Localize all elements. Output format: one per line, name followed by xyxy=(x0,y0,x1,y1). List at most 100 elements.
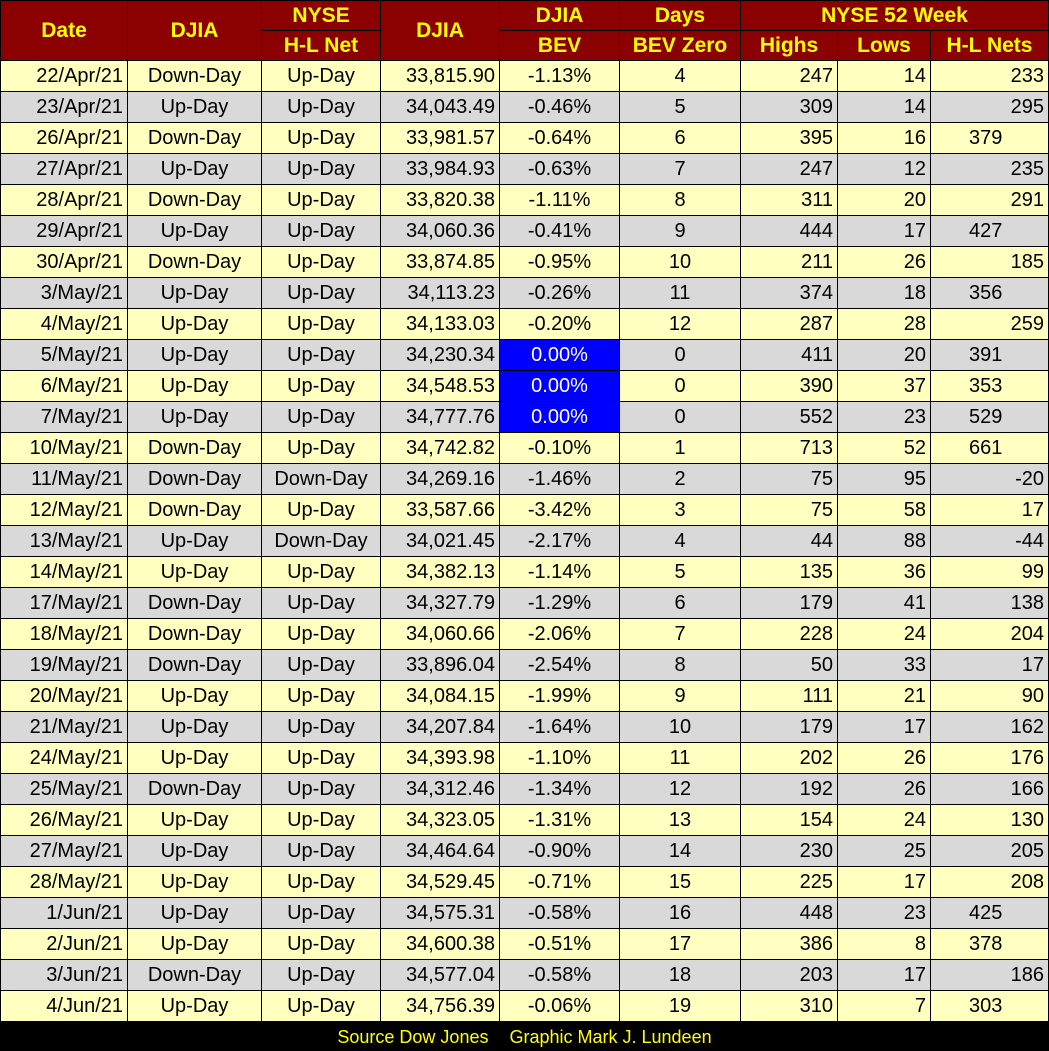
cell-bev: -1.13% xyxy=(499,60,620,92)
cell-days-bev-zero: 8 xyxy=(619,184,741,216)
table-row: 27/May/21 Up-Day Up-Day 34,464.64 -0.90% 14 23… xyxy=(0,835,1049,867)
cell-djia-close: 33,820.38 xyxy=(380,184,500,216)
cell-djia-signal: Down-Day xyxy=(127,773,262,805)
cell-djia-signal: Down-Day xyxy=(127,959,262,991)
cell-bev: -0.41% xyxy=(499,215,620,247)
table-row: 24/May/21 Up-Day Up-Day 34,393.98 -1.10% 11 20… xyxy=(0,742,1049,774)
cell-highs: 230 xyxy=(740,835,838,867)
table-row: 26/May/21 Up-Day Up-Day 34,323.05 -1.31% 13 15… xyxy=(0,804,1049,836)
cell-nyse-signal: Up-Day xyxy=(261,649,381,681)
cell-djia-close: 34,113.23 xyxy=(380,277,500,309)
cell-lows: 36 xyxy=(837,556,931,588)
cell-nyse-signal: Up-Day xyxy=(261,215,381,247)
cell-bev: 0.00% xyxy=(499,370,620,402)
cell-date: 27/Apr/21 xyxy=(0,153,128,185)
cell-nyse-signal: Up-Day xyxy=(261,184,381,216)
table-row: 20/May/21 Up-Day Up-Day 34,084.15 -1.99% 9 111… xyxy=(0,680,1049,712)
cell-days-bev-zero: 3 xyxy=(619,494,741,526)
cell-bev: -0.26% xyxy=(499,277,620,309)
cell-djia-close: 34,327.79 xyxy=(380,587,500,619)
graphic-credit: Graphic Mark J. Lundeen xyxy=(509,1027,712,1047)
cell-hl-net: 425 xyxy=(930,897,1049,929)
cell-nyse-signal: Up-Day xyxy=(261,153,381,185)
table-header: Date DJIA NYSE DJIA DJIA Days NYSE 52 We… xyxy=(0,0,1049,61)
cell-highs: 44 xyxy=(740,525,838,557)
table-row: 29/Apr/21 Up-Day Up-Day 34,060.36 -0.41% 9 444… xyxy=(0,215,1049,247)
cell-days-bev-zero: 5 xyxy=(619,556,741,588)
cell-date: 19/May/21 xyxy=(0,649,128,681)
cell-hl-net: 427 xyxy=(930,215,1049,247)
cell-djia-close: 34,312.46 xyxy=(380,773,500,805)
cell-nyse-signal: Up-Day xyxy=(261,246,381,278)
cell-days-bev-zero: 14 xyxy=(619,835,741,867)
table-row: 3/Jun/21 Down-Day Up-Day 34,577.04 -0.58% 18 2… xyxy=(0,959,1049,991)
cell-lows: 37 xyxy=(837,370,931,402)
cell-days-bev-zero: 12 xyxy=(619,773,741,805)
table-row: 28/May/21 Up-Day Up-Day 34,529.45 -0.71% 15 22… xyxy=(0,866,1049,898)
cell-djia-signal: Up-Day xyxy=(127,215,262,247)
table-row: 27/Apr/21 Up-Day Up-Day 33,984.93 -0.63% 7 247… xyxy=(0,153,1049,185)
cell-lows: 58 xyxy=(837,494,931,526)
cell-lows: 33 xyxy=(837,649,931,681)
cell-nyse-signal: Up-Day xyxy=(261,897,381,929)
cell-highs: 154 xyxy=(740,804,838,836)
cell-date: 2/Jun/21 xyxy=(0,928,128,960)
cell-djia-signal: Up-Day xyxy=(127,897,262,929)
cell-lows: 7 xyxy=(837,990,931,1022)
table-row: 2/Jun/21 Up-Day Up-Day 34,600.38 -0.51% 17 386… xyxy=(0,928,1049,960)
header-days-line1: Days xyxy=(619,0,741,31)
cell-days-bev-zero: 9 xyxy=(619,680,741,712)
cell-date: 13/May/21 xyxy=(0,525,128,557)
cell-lows: 26 xyxy=(837,742,931,774)
cell-lows: 88 xyxy=(837,525,931,557)
header-lows: Lows xyxy=(837,30,931,61)
cell-nyse-signal: Up-Day xyxy=(261,680,381,712)
cell-djia-close: 34,133.03 xyxy=(380,308,500,340)
cell-bev: -0.10% xyxy=(499,432,620,464)
cell-bev: -1.14% xyxy=(499,556,620,588)
table-row: 28/Apr/21 Down-Day Up-Day 33,820.38 -1.11% 8 3… xyxy=(0,184,1049,216)
cell-djia-close: 34,021.45 xyxy=(380,525,500,557)
table-row: 6/May/21 Up-Day Up-Day 34,548.53 0.00% 0 390 37… xyxy=(0,370,1049,402)
footer-credit: Source Dow Jones Graphic Mark J. Lundeen xyxy=(0,1023,1049,1051)
cell-highs: 444 xyxy=(740,215,838,247)
cell-date: 4/Jun/21 xyxy=(0,990,128,1022)
cell-bev: -1.64% xyxy=(499,711,620,743)
cell-lows: 17 xyxy=(837,215,931,247)
cell-nyse-signal: Up-Day xyxy=(261,370,381,402)
cell-bev: -0.64% xyxy=(499,122,620,154)
table-row: 5/May/21 Up-Day Up-Day 34,230.34 0.00% 0 411 20… xyxy=(0,339,1049,371)
cell-hl-net: 235 xyxy=(930,153,1049,185)
cell-hl-net: 295 xyxy=(930,91,1049,123)
cell-date: 26/Apr/21 xyxy=(0,122,128,154)
table-row: 1/Jun/21 Up-Day Up-Day 34,575.31 -0.58% 16 448… xyxy=(0,897,1049,929)
cell-nyse-signal: Up-Day xyxy=(261,742,381,774)
cell-date: 28/Apr/21 xyxy=(0,184,128,216)
cell-lows: 8 xyxy=(837,928,931,960)
cell-hl-net: 233 xyxy=(930,60,1049,92)
cell-djia-signal: Up-Day xyxy=(127,804,262,836)
cell-djia-signal: Up-Day xyxy=(127,277,262,309)
cell-djia-signal: Down-Day xyxy=(127,494,262,526)
cell-bev: -0.51% xyxy=(499,928,620,960)
table-row: 11/May/21 Down-Day Down-Day 34,269.16 -1.46%… xyxy=(0,463,1049,495)
cell-nyse-signal: Up-Day xyxy=(261,866,381,898)
cell-lows: 23 xyxy=(837,897,931,929)
header-highs: Highs xyxy=(740,30,838,61)
cell-djia-signal: Down-Day xyxy=(127,122,262,154)
cell-hl-net: 661 xyxy=(930,432,1049,464)
cell-djia-signal: Up-Day xyxy=(127,680,262,712)
cell-date: 1/Jun/21 xyxy=(0,897,128,929)
cell-date: 24/May/21 xyxy=(0,742,128,774)
table-row: 17/May/21 Down-Day Up-Day 34,327.79 -1.29% 6 1… xyxy=(0,587,1049,619)
cell-hl-net: 391 xyxy=(930,339,1049,371)
header-nyse-hl-line1: NYSE xyxy=(261,0,381,31)
cell-lows: 52 xyxy=(837,432,931,464)
cell-nyse-signal: Up-Day xyxy=(261,494,381,526)
cell-djia-signal: Up-Day xyxy=(127,990,262,1022)
cell-djia-close: 33,874.85 xyxy=(380,246,500,278)
cell-bev: -1.46% xyxy=(499,463,620,495)
table-row: 21/May/21 Up-Day Up-Day 34,207.84 -1.64% 10 17… xyxy=(0,711,1049,743)
header-bev-line2: BEV xyxy=(499,30,620,61)
cell-lows: 26 xyxy=(837,773,931,805)
